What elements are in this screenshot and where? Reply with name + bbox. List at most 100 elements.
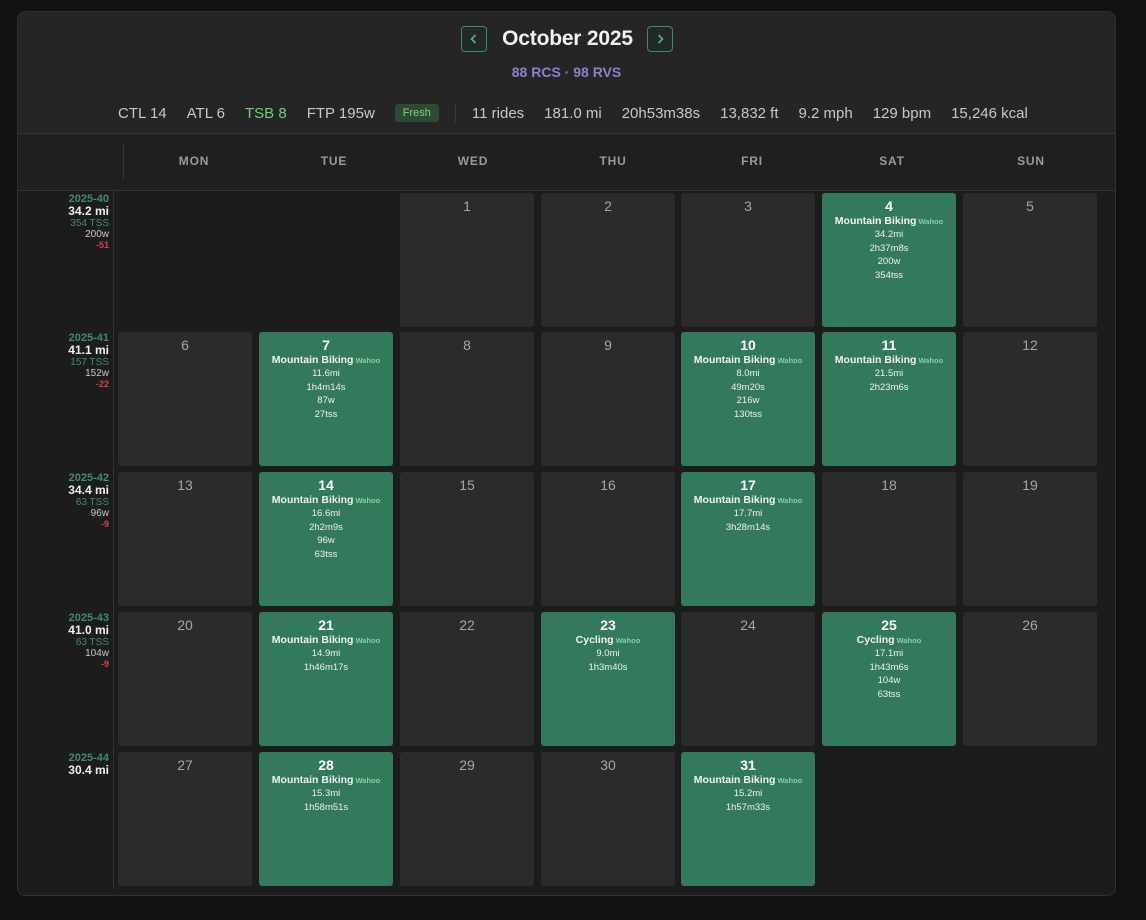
activity-source: Wahoo [918,217,944,226]
day-number: 20 [177,617,193,633]
day-number: 19 [1022,477,1038,493]
weekday-header: MON TUE WED THU FRI SAT SUN [18,134,1115,191]
activity-source: Wahoo [918,356,944,365]
activity-type: Mountain Biking Wahoo [822,215,956,228]
week-power: 96w [90,508,109,519]
activity-type: Mountain Biking Wahoo [259,494,393,507]
day-cell-activity[interactable]: 25 Cycling Wahoo 17.1mi 1h43m6s 104w 63tss [822,612,956,746]
day-cell[interactable]: 20 [118,612,252,746]
day-cell-activity[interactable]: 11 Mountain Biking Wahoo 21.5mi 2h23m6s [822,332,956,466]
tsb-stat: TSB 8 [245,104,287,122]
week-summary: 2025-42 34.4 mi 63 TSS 96w -9 [18,473,109,530]
day-cell[interactable]: 8 [400,332,534,466]
weekday-wed: WED [457,154,489,168]
activity-metric: 87w [317,395,335,406]
day-number: 26 [1022,617,1038,633]
day-cell[interactable]: 30 [541,752,675,886]
activity-type: Mountain Biking Wahoo [259,354,393,367]
day-cell-activity[interactable]: 4 Mountain Biking Wahoo 34.2mi 2h37m8s 200w 35… [822,193,956,327]
activity-metric: 216w [736,395,760,406]
week-summary-divider [113,191,114,889]
day-cell[interactable]: 9 [541,332,675,466]
day-number: 21 [318,617,334,633]
activity-metric: 15.2mi [733,788,763,799]
activity-metric: 1h4m14s [306,381,346,393]
day-cell[interactable]: 2 [541,193,675,327]
day-cell[interactable]: 3 [681,193,815,327]
activity-type: Mountain Biking Wahoo [681,494,815,507]
day-number: 7 [322,337,330,353]
day-number: 8 [463,337,471,353]
day-cell[interactable]: 18 [822,472,956,606]
stats-divider [454,104,456,122]
day-cell[interactable]: 1 [400,193,534,327]
activity-metric: 354tss [875,269,903,281]
week-tss: 63 TSS [75,497,109,508]
day-cell-activity[interactable]: 31 Mountain Biking Wahoo 15.2mi 1h57m33s [681,752,815,886]
day-cell[interactable]: 19 [963,472,1097,606]
activity-type-label: Cycling [856,634,895,646]
day-number: 18 [881,477,897,493]
week-delta: -9 [100,659,109,669]
activity-metric: 130tss [734,408,762,420]
day-cell[interactable]: 22 [400,612,534,746]
day-number: 14 [318,477,334,493]
activity-type-label: Mountain Biking [693,774,776,786]
week-tss: 63 TSS [75,637,109,648]
day-number: 3 [744,198,752,214]
day-number: 6 [181,337,189,353]
activity-metric: 34.2mi [874,229,904,240]
activity-type-label: Mountain Biking [271,634,354,646]
day-cell[interactable]: 12 [963,332,1097,466]
day-number: 11 [881,337,897,353]
day-cell[interactable]: 13 [118,472,252,606]
next-month-button[interactable] [647,26,673,52]
week-distance: 34.2 mi [68,204,109,218]
activity-type-label: Mountain Biking [834,354,917,366]
atl-stat: ATL 6 [186,104,225,122]
activity-source: Wahoo [777,356,803,365]
day-number: 16 [600,477,616,493]
day-cell[interactable]: 24 [681,612,815,746]
day-number: 2 [604,198,612,214]
day-cell-activity[interactable]: 17 Mountain Biking Wahoo 17.7mi 3h28m14s [681,472,815,606]
day-cell[interactable]: 29 [400,752,534,886]
day-number: 4 [885,198,893,214]
day-cell-activity[interactable]: 21 Mountain Biking Wahoo 14.9mi 1h46m17s [259,612,393,746]
activity-source: Wahoo [355,776,381,785]
day-cell[interactable]: 27 [118,752,252,886]
day-cell-activity[interactable]: 14 Mountain Biking Wahoo 16.6mi 2h2m9s 96w 63t… [259,472,393,606]
activity-source: Wahoo [777,776,803,785]
day-number: 31 [740,757,756,773]
activity-metric: 2h23m6s [869,381,909,393]
activity-metric: 63tss [877,688,901,700]
calendar-header: October 2025 88 RCS · 98 RVS CTL 14 ATL … [18,12,1115,134]
activity-metric: 17.7mi [733,508,763,519]
day-cell[interactable]: 5 [963,193,1097,327]
week-power: 104w [85,648,109,659]
previous-month-button[interactable] [461,26,487,52]
activity-source: Wahoo [355,356,381,365]
week-distance: 34.4 mi [68,483,109,497]
activity-type: Mountain Biking Wahoo [681,774,815,787]
day-number: 29 [459,757,475,773]
activity-metric: 2h37m8s [869,242,909,254]
activity-type: Mountain Biking Wahoo [259,634,393,647]
form-badge: Fresh [394,104,439,122]
day-cell[interactable]: 6 [118,332,252,466]
day-cell-activity[interactable]: 10 Mountain Biking Wahoo 8.0mi 49m20s 216w 130… [681,332,815,466]
activity-source: Wahoo [355,496,381,505]
activity-type-label: Mountain Biking [834,215,917,227]
day-number: 27 [177,757,193,773]
activity-metric: 17.1mi [874,648,904,659]
activity-metric: 1h3m40s [588,661,628,673]
day-cell-activity[interactable]: 28 Mountain Biking Wahoo 15.3mi 1h58m51s [259,752,393,886]
day-cell[interactable]: 26 [963,612,1097,746]
day-cell[interactable]: 15 [400,472,534,606]
day-cell[interactable]: 16 [541,472,675,606]
weekday-sat: SAT [879,154,905,168]
day-number: 10 [740,337,756,353]
activity-metric: 200w [877,256,901,267]
day-cell-activity[interactable]: 23 Cycling Wahoo 9.0mi 1h3m40s [541,612,675,746]
day-cell-activity[interactable]: 7 Mountain Biking Wahoo 11.6mi 1h4m14s 87w 27t… [259,332,393,466]
